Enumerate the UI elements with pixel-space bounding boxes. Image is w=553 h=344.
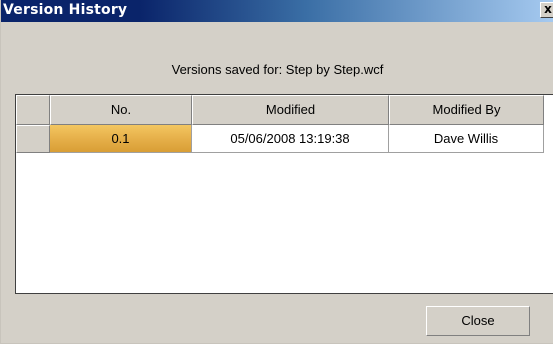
versions-grid[interactable]: No. Modified Modified By 0.1 05/06/2008 …	[15, 94, 553, 294]
table-cell-modified-by[interactable]: Dave Willis	[389, 125, 544, 153]
close-icon[interactable]: x	[540, 2, 553, 18]
close-button[interactable]: Close	[426, 306, 530, 336]
title-bar[interactable]: Version History x	[1, 0, 553, 22]
column-header-modified-by[interactable]: Modified By	[389, 95, 544, 125]
versions-caption: Versions saved for: Step by Step.wcf	[171, 62, 384, 77]
row-selector[interactable]	[16, 125, 50, 153]
window-title: Version History	[3, 2, 128, 18]
version-history-dialog: Version History x Versions saved for: St…	[0, 0, 553, 344]
table-cell-modified[interactable]: 05/06/2008 13:19:38	[192, 125, 389, 153]
header-row-selector	[16, 95, 50, 125]
column-header-no[interactable]: No.	[50, 95, 192, 125]
column-header-modified[interactable]: Modified	[192, 95, 389, 125]
table-cell-no[interactable]: 0.1	[50, 125, 192, 153]
